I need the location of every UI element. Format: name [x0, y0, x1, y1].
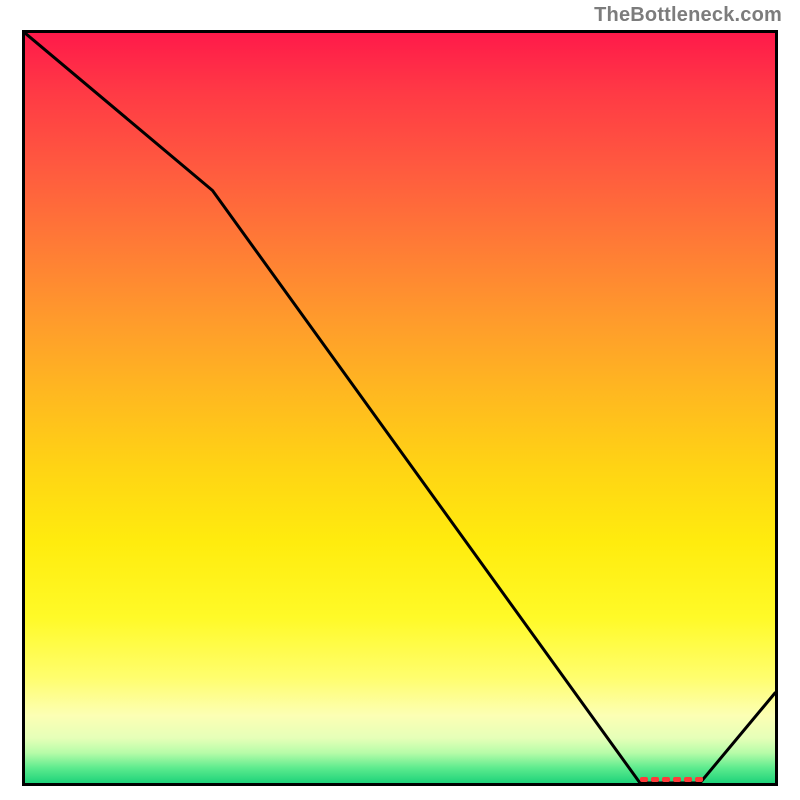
- bottleneck-curve: [25, 33, 775, 783]
- chart-container: TheBottleneck.com: [0, 0, 800, 800]
- curve-svg: [25, 33, 775, 783]
- gradient-plot: [22, 30, 778, 786]
- attribution-text: TheBottleneck.com: [594, 4, 782, 27]
